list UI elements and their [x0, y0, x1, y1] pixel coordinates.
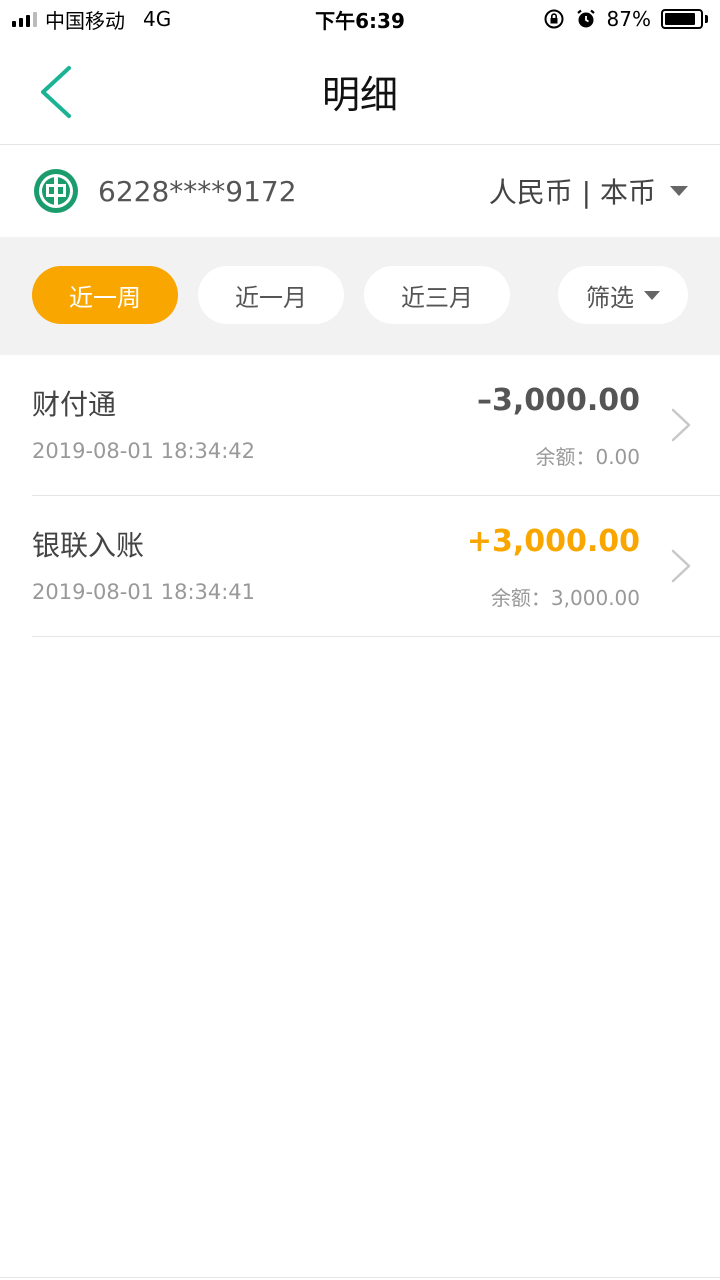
filter-chip-month[interactable]: 近一月: [198, 266, 344, 324]
signal-icon: [12, 11, 37, 27]
account-number: 6228****9172: [98, 174, 297, 208]
chip-label: 筛选: [586, 283, 634, 312]
filter-button[interactable]: 筛选: [558, 266, 688, 324]
chevron-right-icon: [671, 408, 691, 442]
page-title: 明细: [321, 72, 398, 117]
transaction-balance: 余额：0.00: [535, 445, 640, 469]
status-bar: 中国移动 4G 下午6:39 87%: [0, 0, 720, 38]
alarm-icon: [576, 9, 595, 28]
carrier-label: 中国移动: [45, 8, 125, 33]
caret-down-icon: [670, 186, 688, 196]
transaction-amount: +3,000.00: [466, 524, 640, 559]
currency-label: 人民币 | 本币: [488, 176, 656, 209]
chip-label: 近一月: [235, 283, 307, 312]
chip-label: 近三月: [401, 283, 473, 312]
rotation-lock-icon: [544, 9, 564, 29]
caret-down-icon: [644, 290, 660, 300]
transaction-row[interactable]: 银联入账 2019-08-01 18:34:41 +3,000.00 余额：3,…: [32, 496, 720, 637]
chip-label: 近一周: [69, 283, 141, 312]
nav-bar: 明细: [0, 38, 720, 145]
transaction-time: 2019-08-01 18:34:42: [32, 439, 256, 463]
transaction-name: 银联入账: [32, 529, 145, 562]
chevron-right-icon: [671, 549, 691, 583]
bank-logo-icon: [34, 169, 78, 213]
currency-selector[interactable]: 人民币 | 本币: [489, 171, 688, 211]
chevron-left-icon: [41, 66, 71, 118]
filter-chip-three-months[interactable]: 近三月: [364, 266, 510, 324]
back-button[interactable]: [30, 64, 80, 120]
transaction-balance: 余额：3,000.00: [490, 586, 640, 610]
filter-bar: 近一周 近一月 近三月 筛选: [0, 237, 720, 355]
status-right: 87%: [543, 7, 708, 31]
battery-percent: 87%: [606, 7, 651, 31]
account-row: 6228****9172 人民币 | 本币: [0, 146, 720, 236]
status-left: 中国移动 4G: [12, 5, 171, 34]
transaction-row[interactable]: 财付通 2019-08-01 18:34:42 –3,000.00 余额：0.0…: [32, 355, 720, 496]
bottom-divider: [0, 1277, 720, 1278]
transaction-list: 财付通 2019-08-01 18:34:42 –3,000.00 余额：0.0…: [0, 355, 720, 637]
battery-icon: [661, 9, 708, 29]
filter-chip-week[interactable]: 近一周: [32, 266, 178, 324]
transaction-amount: –3,000.00: [476, 383, 640, 418]
transaction-name: 财付通: [32, 388, 117, 421]
network-label: 4G: [143, 7, 172, 31]
transaction-time: 2019-08-01 18:34:41: [32, 580, 256, 604]
account-info: 6228****9172: [32, 167, 297, 215]
